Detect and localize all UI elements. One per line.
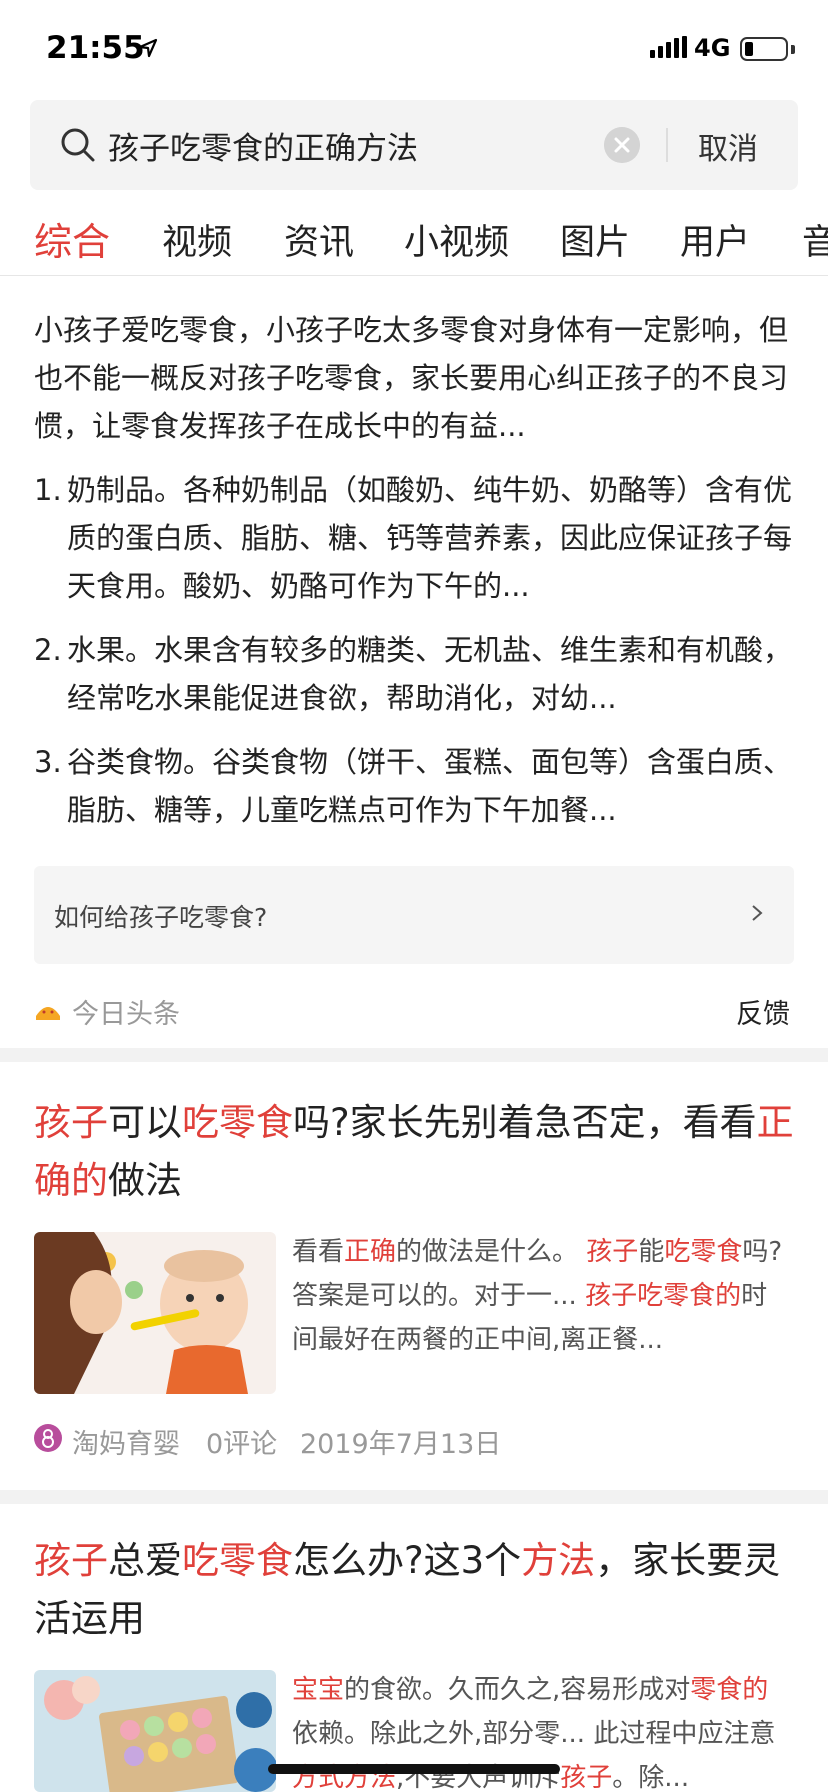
battery-cap xyxy=(791,45,795,54)
result-date: 2019年7月13日 xyxy=(300,1429,502,1460)
result-title[interactable]: 孩子总爱吃零食怎么办?这3个方法，家长要灵活运用 xyxy=(34,1532,794,1648)
title-part: 怎么办?这3个 xyxy=(293,1539,522,1582)
search-icon xyxy=(61,128,95,162)
list-text: 奶制品。各种奶制品（如酸奶、纯牛奶、奶酪等）含有优质的蛋白质、脂肪、糖、钙等营养… xyxy=(67,473,793,603)
toutiao-icon xyxy=(36,1007,60,1020)
status-time: 21:55 xyxy=(46,30,145,66)
battery-icon xyxy=(740,37,788,61)
answer-source-row: 今日头条 反馈 xyxy=(34,988,794,1031)
answer-list-item: 2. 水果。水果含有较多的糖类、无机盐、维生素和有机酸，经常吃水果能促进食欲，帮… xyxy=(34,626,796,722)
snippet-part: 的食欲。久而久之,容易形成对 xyxy=(344,1675,691,1705)
tab-images[interactable]: 图片 xyxy=(560,214,630,265)
search-divider xyxy=(666,128,668,162)
title-part: 吃零食 xyxy=(182,1101,293,1144)
tab-music[interactable]: 音 xyxy=(802,214,828,265)
list-number: 3. xyxy=(34,745,62,779)
snippet-part: 。除... xyxy=(612,1763,690,1792)
result-source: 淘妈育婴 xyxy=(72,1429,180,1460)
title-part: 总爱 xyxy=(108,1539,182,1582)
title-part: 吃零食 xyxy=(182,1539,293,1582)
title-part: 方法 xyxy=(521,1539,596,1582)
answer-source-name: 今日头条 xyxy=(72,999,180,1030)
tab-users[interactable]: 用户 xyxy=(680,214,750,265)
tab-short-video[interactable]: 小视频 xyxy=(404,214,509,265)
title-part: 孩子 xyxy=(34,1101,108,1144)
snippet-part: 孩子 xyxy=(560,1763,613,1792)
related-question-text: 如何给孩子吃零食? xyxy=(54,903,268,932)
home-indicator[interactable] xyxy=(268,1764,560,1774)
list-text: 谷类食物。谷类食物（饼干、蛋糕、面包等）含蛋白质、脂肪、糖等，儿童吃糕点可作为下… xyxy=(67,745,793,827)
search-bar[interactable]: 取消 xyxy=(30,100,798,190)
related-question[interactable]: 如何给孩子吃零食? xyxy=(34,866,794,964)
snippet-part: 吃零食 xyxy=(664,1237,743,1267)
result-title[interactable]: 孩子可以吃零食吗?家长先别着急否定，看看正确的做法 xyxy=(34,1094,794,1210)
taoma-icon xyxy=(34,1424,62,1452)
signal-icon xyxy=(650,36,687,58)
title-part: 吗?家长先别着急否定，看看 xyxy=(293,1101,757,1144)
answer-list-item: 1. 奶制品。各种奶制品（如酸奶、纯牛奶、奶酪等）含有优质的蛋白质、脂肪、糖、钙… xyxy=(34,466,796,610)
result-comments: 0评论 xyxy=(206,1429,278,1460)
snippet-part: 正确 xyxy=(344,1237,397,1267)
title-part: 孩子 xyxy=(34,1539,108,1582)
snippet-part: 能 xyxy=(638,1237,665,1267)
result-thumbnail-image[interactable] xyxy=(34,1670,276,1792)
location-arrow-icon xyxy=(138,38,158,58)
list-number: 2. xyxy=(34,633,62,667)
chevron-right-icon xyxy=(752,905,763,921)
answer-list-item: 3. 谷类食物。谷类食物（饼干、蛋糕、面包等）含蛋白质、脂肪、糖等，儿童吃糕点可… xyxy=(34,738,796,834)
section-separator xyxy=(0,1490,828,1504)
title-part: 可以 xyxy=(108,1101,182,1144)
answer-card[interactable]: 小孩子爱吃零食，小孩子吃太多零食对身体有一定影响，但也不能一概反对孩子吃零食，家… xyxy=(34,306,796,834)
tab-news[interactable]: 资讯 xyxy=(284,214,354,265)
search-input[interactable] xyxy=(108,100,628,190)
snippet-part: 宝宝 xyxy=(292,1675,345,1705)
snippet-part: 零食的 xyxy=(690,1675,769,1705)
result-snippet: 看看正确的做法是什么。 孩子能吃零食吗? 答案是可以的。对于一... 孩子吃零食… xyxy=(292,1230,792,1362)
clear-icon[interactable] xyxy=(604,127,640,163)
cancel-button[interactable]: 取消 xyxy=(698,124,758,168)
category-tabs: 综合 视频 资讯 小视频 图片 用户 音 xyxy=(0,206,828,276)
tab-comprehensive[interactable]: 综合 xyxy=(34,211,110,266)
section-separator xyxy=(0,1048,828,1062)
list-number: 1. xyxy=(34,473,62,507)
result-thumbnail-image[interactable] xyxy=(34,1232,276,1394)
result-meta-row: 淘妈育婴 0评论 2019年7月13日 xyxy=(34,1418,734,1460)
network-type: 4G xyxy=(694,34,731,62)
tabs-divider xyxy=(0,275,828,276)
status-bar: 21:55 4G xyxy=(0,0,828,98)
tab-video[interactable]: 视频 xyxy=(162,214,232,265)
snippet-part: 依赖。除此之外,部分零... 此过程中应注意 xyxy=(292,1719,776,1749)
feedback-button[interactable]: 反馈 xyxy=(736,992,790,1031)
snippet-part: 孩子吃零食的 xyxy=(585,1281,742,1311)
list-text: 水果。水果含有较多的糖类、无机盐、维生素和有机酸，经常吃水果能促进食欲，帮助消化… xyxy=(67,633,793,715)
answer-intro: 小孩子爱吃零食，小孩子吃太多零食对身体有一定影响，但也不能一概反对孩子吃零食，家… xyxy=(34,313,789,443)
snippet-part: 看看 xyxy=(292,1237,345,1267)
title-part: 做法 xyxy=(108,1159,182,1202)
snippet-part: 的做法是什么。 xyxy=(396,1237,587,1267)
snippet-part: 孩子 xyxy=(586,1237,639,1267)
